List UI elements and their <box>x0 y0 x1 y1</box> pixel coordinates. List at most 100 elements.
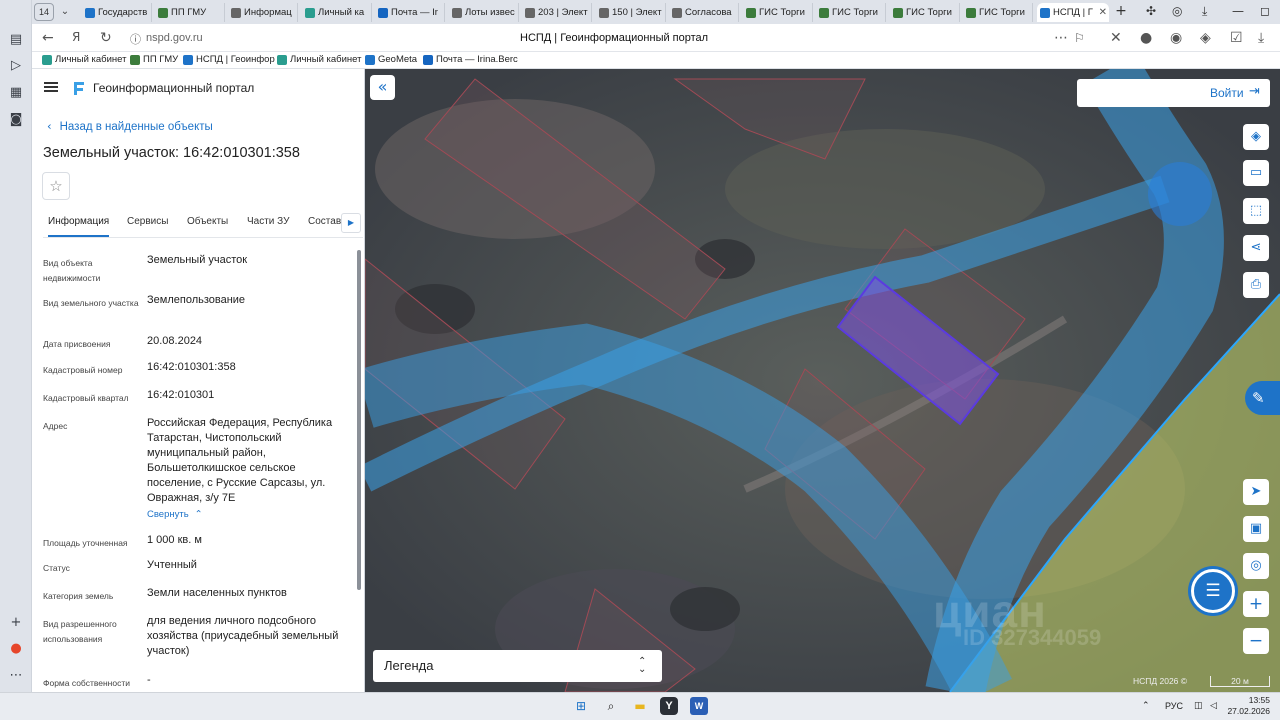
more-icon[interactable]: ⋯ <box>8 668 24 684</box>
account-icon[interactable]: ◎ <box>1172 4 1182 18</box>
profile-icon[interactable]: ● <box>1140 30 1152 46</box>
tab-composition[interactable]: Состав <box>308 216 341 227</box>
browser-tab[interactable]: Информац <box>228 3 298 22</box>
login-label: Войти <box>1210 86 1244 100</box>
bookmark-item[interactable]: НСПД | Геоинфор <box>183 54 275 65</box>
close-icon[interactable]: ✕ <box>1099 3 1107 22</box>
clock[interactable]: 13:55 27.02.2026 <box>1226 695 1270 717</box>
back-arrow-icon[interactable]: ← <box>42 30 54 46</box>
share-button[interactable]: ⋖ <box>1243 235 1269 261</box>
tabs-next-button[interactable]: ▶ <box>341 213 361 233</box>
favorite-button[interactable]: ☆ <box>42 172 70 200</box>
tools-icon[interactable]: ✕ <box>1110 30 1122 46</box>
more-icon[interactable]: ⋯ <box>1054 30 1068 46</box>
tab-parts[interactable]: Части ЗУ <box>247 216 289 227</box>
network-icon[interactable]: ◫ <box>1194 701 1203 711</box>
bookmark-item[interactable]: Личный кабинет <box>277 54 361 65</box>
chevron-down-icon[interactable]: ⌄ <box>56 3 74 21</box>
play-icon[interactable]: ▷ <box>8 58 24 74</box>
tab-information[interactable]: Информация <box>48 216 110 237</box>
browser-tab[interactable]: ПП ГМУ <box>155 3 225 22</box>
language-indicator[interactable]: РУС <box>1165 701 1183 711</box>
locate-button[interactable]: ➤ <box>1243 479 1269 505</box>
chevron-left-icon: ‹ <box>47 119 52 133</box>
notes-icon[interactable]: ▤ <box>8 32 24 48</box>
tab-favicon <box>893 8 903 18</box>
legend-label: Легенда <box>384 658 434 673</box>
clock-date: 27.02.2026 <box>1227 706 1270 716</box>
tray-expand-icon[interactable]: ⌃ <box>1142 701 1150 711</box>
browser-tab[interactable]: Согласова <box>669 3 739 22</box>
volume-icon[interactable]: ◁ <box>1210 701 1217 711</box>
bookmark-item[interactable]: Личный кабинет <box>42 54 126 65</box>
yandex-icon[interactable]: Я <box>72 30 80 44</box>
download-icon[interactable]: ⤓ <box>1258 30 1264 46</box>
downloads-icon[interactable]: ⤓ <box>1202 4 1207 19</box>
tab-favicon <box>231 8 241 18</box>
site-info-icon[interactable]: ⓘ <box>130 31 141 47</box>
tab-count[interactable]: 14 <box>34 3 54 21</box>
collections-icon[interactable]: ◈ <box>1200 30 1211 46</box>
yandex-browser-icon[interactable]: Y <box>660 697 678 715</box>
camera-icon[interactable]: ◙ <box>8 112 24 128</box>
bookmark-item[interactable]: Почта — Irina.Berс <box>423 54 518 65</box>
zoom-in-button[interactable]: + <box>1243 591 1269 617</box>
extensions-icon[interactable]: ◉ <box>1170 30 1182 46</box>
chat-button[interactable]: ☰ <box>1191 569 1235 613</box>
minimize-icon[interactable]: — <box>1232 4 1244 18</box>
minimap-button[interactable]: ▣ <box>1243 516 1269 542</box>
tab-favicon <box>599 8 609 18</box>
bookmark-item[interactable]: ПП ГМУ <box>130 54 178 65</box>
new-tab-button[interactable]: + <box>1112 3 1130 21</box>
collapse-panel-button[interactable]: « <box>370 75 395 100</box>
browser-tab-active[interactable]: НСПД | Г ✕ <box>1037 3 1109 22</box>
double-chevron-left-icon: « <box>377 77 388 96</box>
maximize-icon[interactable]: ◻ <box>1260 4 1270 18</box>
reload-icon[interactable]: ↻ <box>100 30 112 46</box>
panel-scrollbar[interactable] <box>357 250 361 590</box>
browser-tab[interactable]: ГИС Торги <box>743 3 813 22</box>
collapse-link[interactable]: Свернуть ⌃ <box>147 509 203 520</box>
add-panel-icon[interactable]: + <box>8 615 24 631</box>
browser-tab[interactable]: ГИС Торги <box>816 3 886 22</box>
browser-tab[interactable]: Почта — Ir <box>375 3 445 22</box>
browser-tab[interactable]: Лоты извес <box>449 3 519 22</box>
chevron-up-icon: ⌃ <box>194 509 203 520</box>
field-key: Вид земельного участка <box>43 298 139 308</box>
browser-tab[interactable]: 203 | Элект <box>522 3 592 22</box>
windows-start-icon[interactable]: ⊞ <box>572 697 590 715</box>
map-view[interactable]: циан ID 327344059 « Войти ⇥ ◈ ▭ ⬚ ⋖ ⎙ ✎ ➤… <box>365 69 1280 692</box>
file-explorer-icon[interactable]: ▬ <box>631 697 649 715</box>
select-area-button[interactable]: ⬚ <box>1243 198 1269 224</box>
tab-objects[interactable]: Объекты <box>187 216 228 227</box>
extension-icon[interactable]: ✣ <box>1146 4 1156 18</box>
bookmark-item[interactable]: GeoMeta <box>365 54 417 65</box>
tab-favicon <box>305 8 315 18</box>
bookmark-icon[interactable]: ⚐ <box>1074 31 1085 45</box>
feedback-button[interactable]: ✎ <box>1245 381 1280 415</box>
browser-tab[interactable]: ГИС Торги <box>890 3 960 22</box>
login-field[interactable]: Войти ⇥ <box>1077 79 1270 107</box>
browser-tab[interactable]: Государств <box>82 3 152 22</box>
checkbox-icon[interactable]: ☑ <box>1230 30 1243 46</box>
taskbar: ⊞ ⌕ ▬ Y W ⌃ РУС ◫ ◁ 13:55 27.02.2026 <box>0 692 1280 720</box>
word-icon[interactable]: W <box>690 697 708 715</box>
legend-bar[interactable]: Легенда ⌃ ⌄ <box>373 650 662 682</box>
zoom-out-button[interactable]: − <box>1243 628 1269 654</box>
collapse-label: Свернуть <box>147 509 189 520</box>
tab-label: НСПД | Г <box>1053 7 1093 18</box>
search-icon[interactable]: ⌕ <box>602 697 620 715</box>
layers-button[interactable]: ◈ <box>1243 124 1269 150</box>
calendar-icon[interactable]: ▦ <box>8 85 24 101</box>
geo-search-button[interactable]: ◎ <box>1243 553 1269 579</box>
alice-icon[interactable]: ● <box>8 641 24 657</box>
browser-tab[interactable]: ГИС Торги <box>963 3 1033 22</box>
url-text[interactable]: nspd.gov.ru <box>146 32 203 44</box>
back-link[interactable]: ‹ Назад в найденные объекты <box>47 119 213 133</box>
tab-services[interactable]: Сервисы <box>127 216 168 227</box>
browser-tab[interactable]: 150 | Элект <box>596 3 666 22</box>
print-button[interactable]: ⎙ <box>1243 272 1269 298</box>
browser-tab[interactable]: Личный ка <box>302 3 372 22</box>
menu-icon[interactable] <box>44 82 58 92</box>
measure-button[interactable]: ▭ <box>1243 160 1269 186</box>
